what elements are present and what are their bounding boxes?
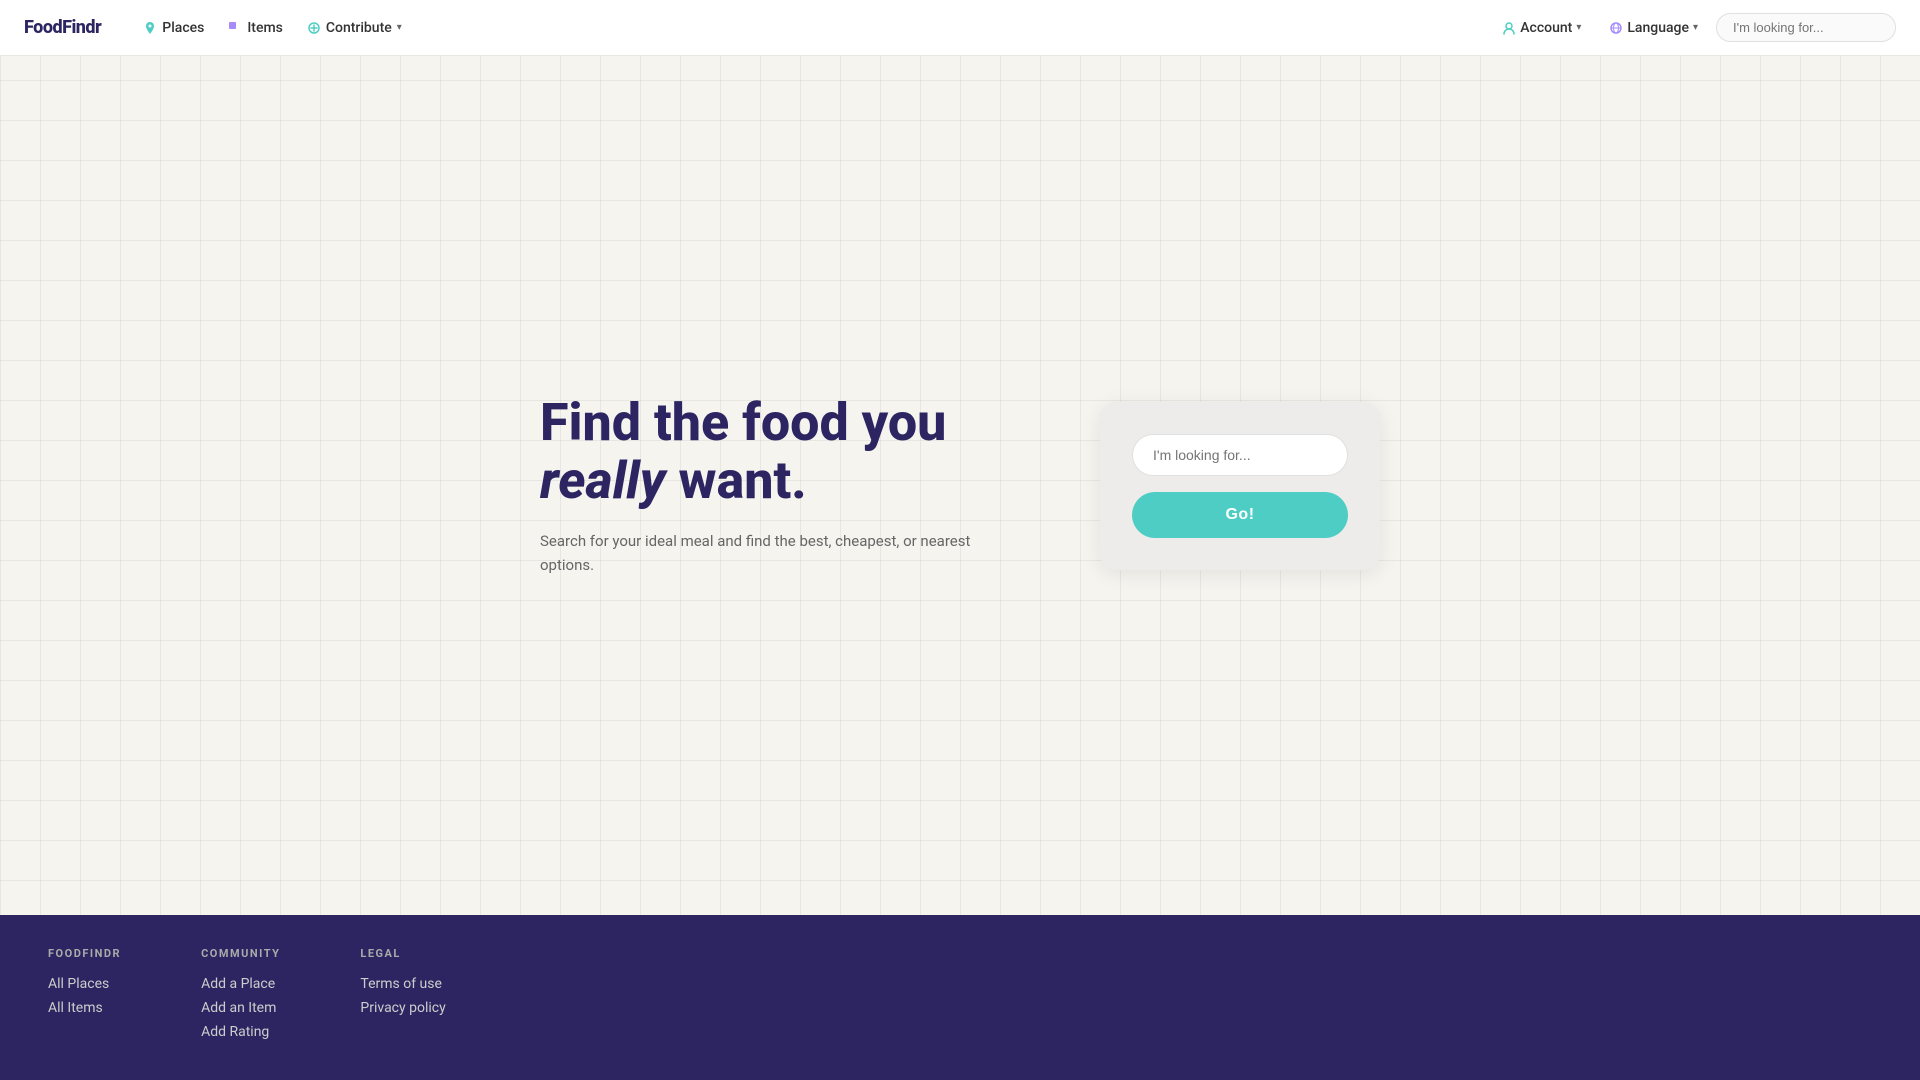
footer-inner: FOODFINDR All Places All Items COMMUNITY… [48, 947, 1872, 1048]
items-label: Items [247, 20, 283, 36]
account-dropdown[interactable]: Account ▾ [1492, 14, 1591, 42]
footer-legal-col: LEGAL Terms of use Privacy policy [360, 947, 445, 1048]
footer-add-rating[interactable]: Add Rating [201, 1024, 280, 1040]
go-button[interactable]: Go! [1132, 492, 1348, 538]
account-icon [1502, 21, 1516, 35]
contribute-icon [307, 21, 321, 35]
nav-logo[interactable]: FoodFindr [24, 17, 101, 38]
nav-search-input[interactable] [1716, 13, 1896, 42]
hero-title: Find the food you really want. [540, 394, 1020, 508]
footer-all-places[interactable]: All Places [48, 976, 121, 992]
nav-contribute[interactable]: Contribute ▾ [297, 14, 412, 42]
map-pin-icon [143, 21, 157, 35]
hero-subtitle: Search for your ideal meal and find the … [540, 529, 1020, 577]
search-card: Go! [1100, 402, 1380, 570]
footer: FOODFINDR All Places All Items COMMUNITY… [0, 915, 1920, 1080]
main-content: Find the food you really want. Search fo… [0, 0, 1920, 915]
account-label: Account [1520, 20, 1572, 36]
language-chevron-icon: ▾ [1693, 22, 1698, 33]
account-chevron-icon: ▾ [1576, 22, 1581, 33]
contribute-chevron-icon: ▾ [397, 22, 402, 33]
hero-title-text: Find the food you really want. [540, 392, 946, 510]
nav-links: Places Items Contribute ▾ [133, 14, 1492, 42]
footer-brand-label: FOODFINDR [48, 947, 121, 960]
footer-terms[interactable]: Terms of use [360, 976, 445, 992]
language-dropdown[interactable]: Language ▾ [1599, 14, 1708, 42]
footer-brand-col: FOODFINDR All Places All Items [48, 947, 121, 1048]
footer-add-item[interactable]: Add an Item [201, 1000, 280, 1016]
main-search-input[interactable] [1132, 434, 1348, 476]
navbar: FoodFindr Places Items Contribute ▾ [0, 0, 1920, 56]
places-label: Places [162, 20, 204, 36]
nav-right: Account ▾ Language ▾ [1492, 13, 1896, 42]
footer-community-col: COMMUNITY Add a Place Add an Item Add Ra… [201, 947, 280, 1048]
footer-all-items[interactable]: All Items [48, 1000, 121, 1016]
nav-places[interactable]: Places [133, 14, 214, 42]
hero-container: Find the food you really want. Search fo… [360, 394, 1560, 576]
language-icon [1609, 21, 1623, 35]
language-label: Language [1627, 20, 1689, 36]
hero-text: Find the food you really want. Search fo… [540, 394, 1020, 576]
nav-items[interactable]: Items [218, 14, 293, 42]
footer-legal-label: LEGAL [360, 947, 445, 960]
footer-add-place[interactable]: Add a Place [201, 976, 280, 992]
contribute-label: Contribute [326, 20, 392, 36]
tag-icon [228, 21, 242, 35]
footer-community-label: COMMUNITY [201, 947, 280, 960]
footer-privacy[interactable]: Privacy policy [360, 1000, 445, 1016]
